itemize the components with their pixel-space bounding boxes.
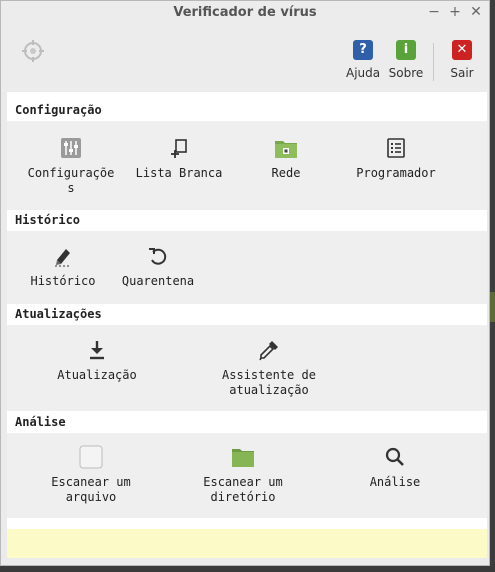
- network-label: Rede: [271, 166, 301, 180]
- title-bar[interactable]: Verificador de vírus − + ✕: [1, 1, 489, 25]
- window-title: Verificador de vírus: [173, 5, 317, 20]
- settings-label: Configuraçõe s: [27, 166, 115, 195]
- toolbar-separator: [433, 43, 434, 81]
- about-button[interactable]: i Sobre: [388, 40, 424, 80]
- section-header-updates: Atualizações: [15, 307, 102, 321]
- update-label: Atualização: [57, 368, 137, 382]
- help-icon: ?: [353, 40, 373, 60]
- status-bar: [7, 529, 487, 558]
- scheduler-button[interactable]: Programador: [349, 136, 443, 181]
- help-label: Ajuda: [346, 66, 381, 80]
- update-button[interactable]: Atualização: [51, 338, 143, 383]
- whitelist-label: Lista Branca: [135, 166, 223, 180]
- scan-directory-button[interactable]: Escanear um diretório: [195, 445, 291, 505]
- search-icon: [385, 447, 404, 466]
- section-body-updates: Atualização Assistente de atualização: [7, 325, 487, 411]
- main-content: Configuração Configuraçõe s Lista Branca…: [7, 92, 487, 558]
- scan-file-label: Escanear um arquivo: [51, 475, 131, 504]
- section-header-configuration: Configuração: [15, 103, 102, 117]
- help-button[interactable]: ? Ajuda: [346, 40, 380, 80]
- app-logo-icon: [22, 40, 44, 62]
- network-folder-icon: [275, 141, 297, 158]
- section-body-analysis: Escanear um arquivo Escanear um diretóri…: [7, 433, 487, 518]
- sliders-icon: [61, 138, 81, 158]
- background-bottom: [0, 566, 495, 572]
- file-icon: [79, 445, 103, 469]
- whitelist-icon: [171, 139, 187, 158]
- quit-label: Sair: [450, 66, 474, 80]
- section-header-history: Histórico: [15, 213, 81, 227]
- quarantine-button[interactable]: Quarentena: [117, 244, 199, 289]
- download-icon: [90, 341, 104, 360]
- scan-directory-label: Escanear um diretório: [203, 475, 283, 504]
- analysis-label: Análise: [369, 475, 421, 489]
- about-label: Sobre: [388, 66, 424, 80]
- section-body-history: Histórico Quarentena: [7, 231, 487, 304]
- history-label: Histórico: [30, 274, 96, 288]
- scheduler-icon: [387, 138, 405, 158]
- history-icon: [55, 249, 71, 267]
- quarantine-icon: [149, 248, 167, 265]
- background-edge: [490, 0, 495, 572]
- quit-icon: ✕: [452, 40, 472, 60]
- close-window-button[interactable]: ✕: [468, 4, 484, 20]
- toolbar: ? Ajuda i Sobre ✕ Sair: [1, 25, 489, 92]
- scheduler-label: Programador: [356, 166, 436, 180]
- minimize-button[interactable]: −: [426, 4, 442, 20]
- quit-button[interactable]: ✕ Sair: [448, 40, 476, 80]
- eyedropper-icon: [259, 341, 278, 361]
- folder-icon: [232, 449, 254, 467]
- section-body-configuration: Configuraçõe s Lista Branca Rede Program…: [7, 121, 487, 210]
- whitelist-button[interactable]: Lista Branca: [131, 136, 227, 181]
- network-button[interactable]: Rede: [251, 136, 321, 181]
- quarantine-label: Quarentena: [121, 274, 195, 288]
- app-window: Verificador de vírus − + ✕ ? Ajuda i Sob…: [0, 0, 490, 566]
- maximize-button[interactable]: +: [447, 4, 463, 20]
- update-assistant-button[interactable]: Assistente de atualização: [211, 338, 327, 398]
- scan-file-button[interactable]: Escanear um arquivo: [45, 445, 137, 505]
- info-icon: i: [396, 40, 416, 60]
- settings-button[interactable]: Configuraçõe s: [21, 136, 121, 196]
- background-accent: [490, 292, 495, 322]
- history-button[interactable]: Histórico: [21, 244, 105, 289]
- section-header-analysis: Análise: [15, 415, 66, 429]
- update-assistant-label: Assistente de atualização: [222, 368, 316, 397]
- analysis-button[interactable]: Análise: [363, 445, 427, 490]
